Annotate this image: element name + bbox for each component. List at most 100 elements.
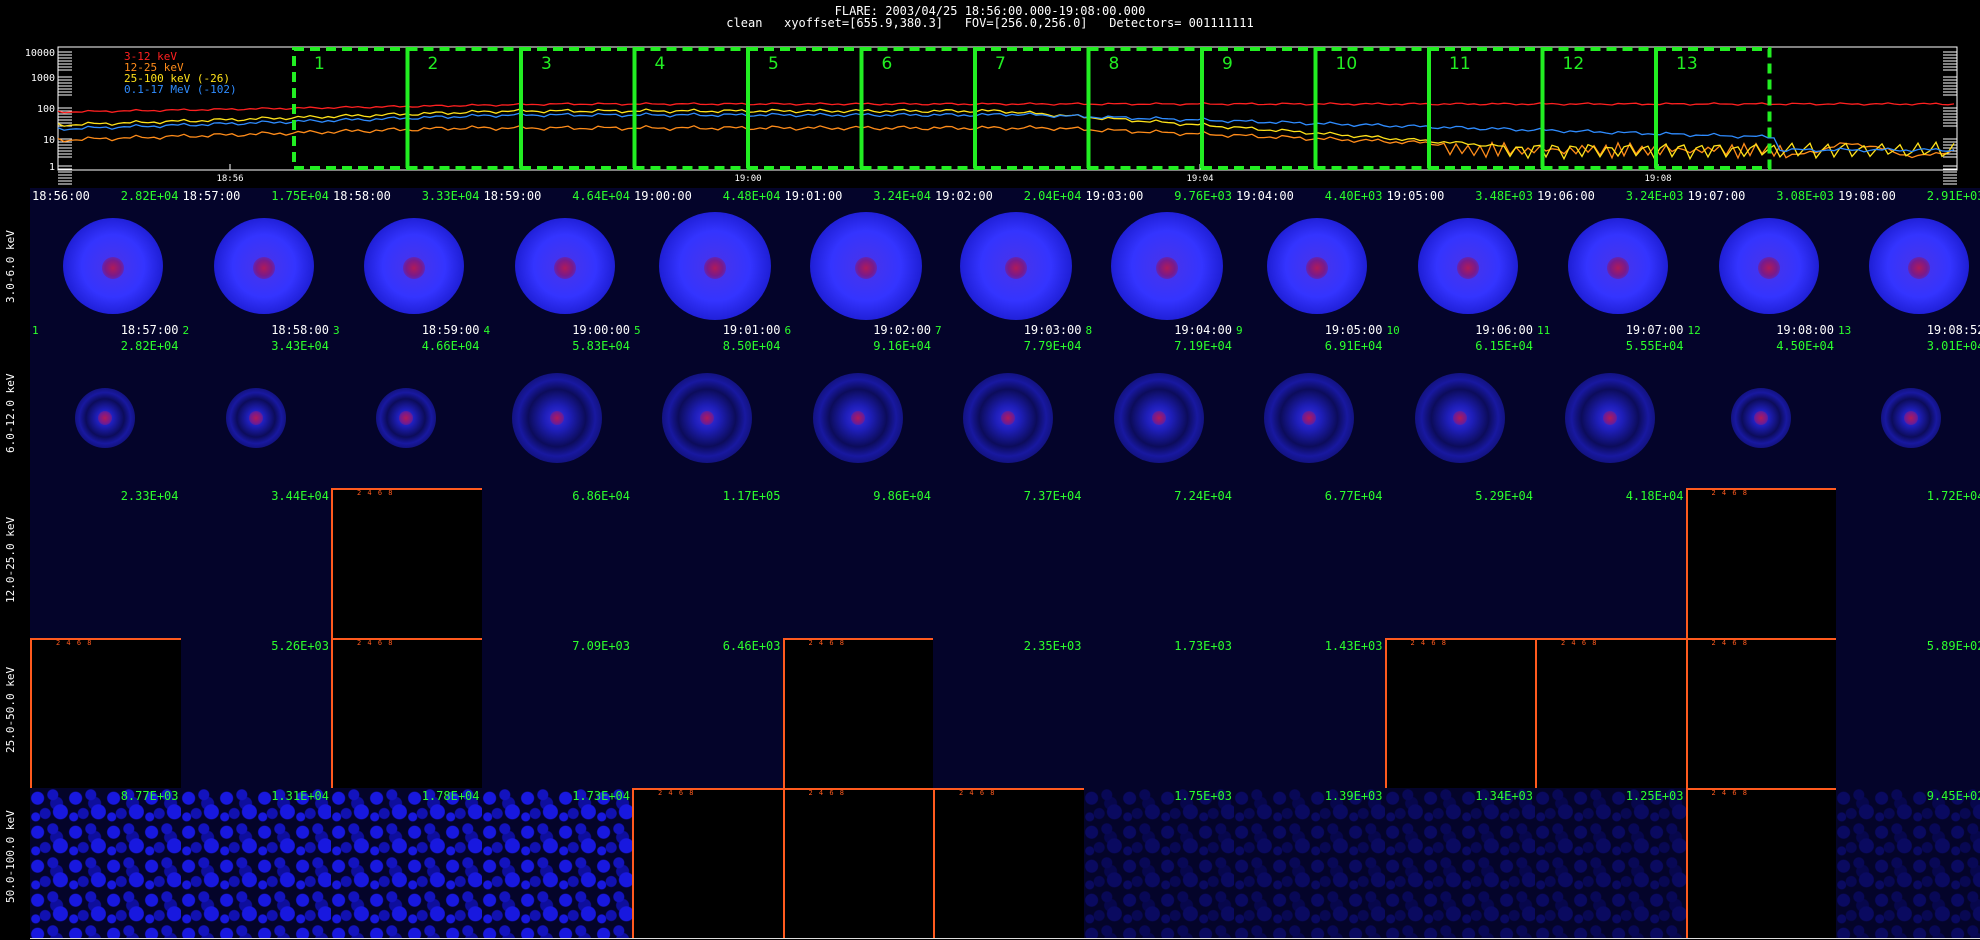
end-time-label: 18:59:00: [421, 323, 480, 337]
max-value-label: 7.24E+04: [1174, 489, 1232, 503]
max-value-label: 2.91E+03: [1926, 189, 1980, 203]
source-core: [1757, 257, 1780, 279]
interval-box-number: 9: [1222, 54, 1233, 74]
noise-pattern: [331, 788, 482, 938]
image-cell: 1.39E+03: [1234, 788, 1386, 939]
image-cell: 2.82E+04: [30, 338, 182, 489]
image-cell: 3.33E+04 18:58:00 3 18:59:00: [331, 188, 483, 339]
max-value-label: 9.76E+03: [1174, 189, 1232, 203]
image-cell: 7.24E+04: [1083, 488, 1235, 639]
start-time-label: 18:56:00: [32, 189, 90, 203]
image-cell: 6.86E+04: [481, 488, 633, 639]
start-time-label: 19:04:00: [1236, 189, 1294, 203]
interval-box-number: 1: [314, 54, 325, 74]
max-value-label: 3.48E+03: [1475, 189, 1533, 203]
interval-number-label: 4: [483, 324, 491, 337]
energy-band-label: 12.0-25.0 keV: [4, 516, 17, 603]
source-core: [1155, 257, 1178, 279]
max-value-label: 1.78E+04: [421, 789, 480, 803]
max-value-label: 1.31E+04: [271, 789, 329, 803]
source-core: [854, 257, 877, 279]
max-value-label: 1.17E+05: [722, 489, 781, 503]
image-cell: [1685, 488, 1837, 639]
image-cell: 5.83E+04: [481, 338, 633, 489]
start-time-label: 18:58:00: [333, 189, 391, 203]
curve-3-12kev: [57, 102, 1955, 114]
end-time-label: 19:06:00: [1475, 323, 1533, 337]
source-core: [252, 257, 275, 279]
max-value-label: 1.34E+03: [1475, 789, 1533, 803]
image-cell: [331, 638, 483, 789]
image-cell: 1.72E+04: [1836, 488, 1980, 639]
start-time-label: 19:05:00: [1386, 189, 1445, 203]
max-value-label: 3.43E+04: [271, 339, 329, 353]
interval-box: [1313, 47, 1431, 170]
image-cell: 7.09E+03: [481, 638, 633, 789]
interval-box-number: 3: [541, 54, 552, 74]
interval-box-number: 6: [882, 54, 893, 74]
start-time-label: 19:00:00: [634, 189, 692, 203]
legend-entry: 0.1-17 MeV (-102): [124, 83, 237, 96]
source-core: [549, 411, 564, 425]
interval-number-label: 3: [333, 324, 340, 337]
interval-box-number: 13: [1676, 54, 1698, 74]
image-cell: 4.66E+04: [331, 338, 483, 489]
image-cell: [782, 638, 934, 789]
image-cell: 5.26E+03: [180, 638, 332, 789]
interval-number-label: 1: [32, 324, 39, 337]
interval-box: [405, 47, 523, 170]
max-value-label: 5.26E+03: [271, 639, 329, 653]
x-tick-label: 19:00: [734, 174, 761, 184]
image-cell: 7.19E+04: [1083, 338, 1235, 489]
interval-number-label: 12: [1687, 324, 1701, 337]
max-value-label: 4.48E+04: [722, 189, 781, 203]
interval-box-number: 7: [995, 54, 1006, 74]
image-cell: [632, 788, 784, 939]
image-cell: [782, 788, 934, 939]
image-cell: 3.08E+03 19:07:00 12 19:08:00: [1685, 188, 1837, 339]
end-time-label: 19:01:00: [722, 323, 781, 337]
image-cell: 1.34E+03: [1384, 788, 1536, 939]
max-value-label: 4.64E+04: [572, 189, 630, 203]
end-time-label: 19:07:00: [1625, 323, 1684, 337]
image-cell: 1.17E+05: [632, 488, 784, 639]
interval-box-number: 2: [428, 54, 439, 74]
interval-number-label: 10: [1386, 324, 1400, 337]
max-value-label: 5.83E+04: [572, 339, 630, 353]
image-cell: 4.40E+03 19:04:00 9 19:05:00: [1234, 188, 1386, 339]
max-value-label: 1.73E+03: [1174, 639, 1232, 653]
max-value-label: 9.86E+04: [873, 489, 931, 503]
source-core: [248, 411, 263, 425]
max-value-label: 6.15E+04: [1475, 339, 1533, 353]
image-cell: [1685, 638, 1837, 789]
max-value-label: 2.35E+03: [1023, 639, 1082, 653]
interval-box: [632, 47, 750, 170]
noise-pattern: [1384, 788, 1535, 938]
x-tick-label: 19:04: [1186, 174, 1213, 184]
max-value-label: 7.79E+04: [1023, 339, 1082, 353]
interval-box-number: 11: [1449, 54, 1471, 74]
interval-box: [1200, 47, 1318, 170]
interval-box-number: 5: [768, 54, 779, 74]
max-value-label: 5.29E+04: [1475, 489, 1533, 503]
image-cell: 8.50E+04: [632, 338, 784, 489]
image-cell: 5.29E+04: [1384, 488, 1536, 639]
max-value-label: 5.89E+02: [1926, 639, 1980, 653]
end-time-label: 19:05:00: [1324, 323, 1383, 337]
max-value-label: 7.37E+04: [1023, 489, 1082, 503]
curve-12-25kev: [57, 124, 1955, 160]
max-value-label: 1.25E+03: [1625, 789, 1684, 803]
image-cell: 9.16E+04: [782, 338, 934, 489]
max-value-label: 8.77E+03: [120, 789, 179, 803]
energy-band-label: 50.0-100.0 keV: [4, 810, 17, 903]
start-time-label: 19:06:00: [1537, 189, 1595, 203]
interval-number-label: 8: [1085, 324, 1093, 337]
image-cell: 4.18E+04: [1535, 488, 1687, 639]
end-time-label: 18:58:00: [271, 323, 329, 337]
image-cell: 1.73E+03: [1083, 638, 1235, 789]
image-cell: 5.89E+02: [1836, 638, 1980, 789]
max-value-label: 4.18E+04: [1625, 489, 1684, 503]
max-value-label: 6.77E+04: [1324, 489, 1383, 503]
image-cell: 9.86E+04: [782, 488, 934, 639]
max-value-label: 7.19E+04: [1174, 339, 1232, 353]
